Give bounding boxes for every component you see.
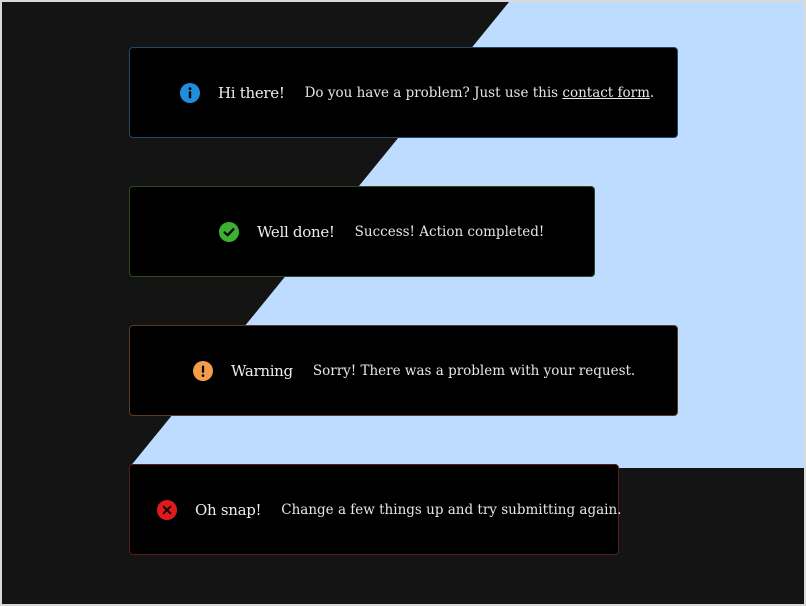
alert-danger-message: Change a few things up and try submittin…	[281, 501, 622, 518]
alert-danger: Oh snap! Change a few things up and try …	[129, 464, 622, 555]
alert-success-message: Success! Action completed!	[354, 223, 545, 240]
info-icon	[180, 82, 200, 103]
page-canvas: Hi there! Do you have a problem? Just us…	[2, 2, 804, 604]
check-icon	[219, 221, 239, 242]
alert-info: Hi there! Do you have a problem? Just us…	[129, 47, 678, 138]
alert-info-message-suffix: .	[649, 84, 655, 101]
alert-info-message-text: Do you have a problem? Just use this	[304, 84, 563, 101]
alert-warning: Warning Sorry! There was a problem with …	[129, 325, 678, 416]
alert-warning-title: Warning	[231, 361, 293, 380]
alert-success: Well done! Success! Action completed!	[129, 186, 595, 277]
alert-info-title: Hi there!	[218, 83, 285, 102]
alert-info-message: Do you have a problem? Just use this con…	[305, 85, 655, 101]
close-icon	[157, 499, 177, 520]
exclamation-icon	[193, 360, 213, 381]
contact-form-link[interactable]: contact form	[562, 85, 650, 101]
alert-danger-title: Oh snap!	[195, 500, 262, 519]
alert-warning-message: Sorry! There was a problem with your req…	[312, 362, 636, 379]
alert-success-title: Well done!	[257, 222, 335, 241]
